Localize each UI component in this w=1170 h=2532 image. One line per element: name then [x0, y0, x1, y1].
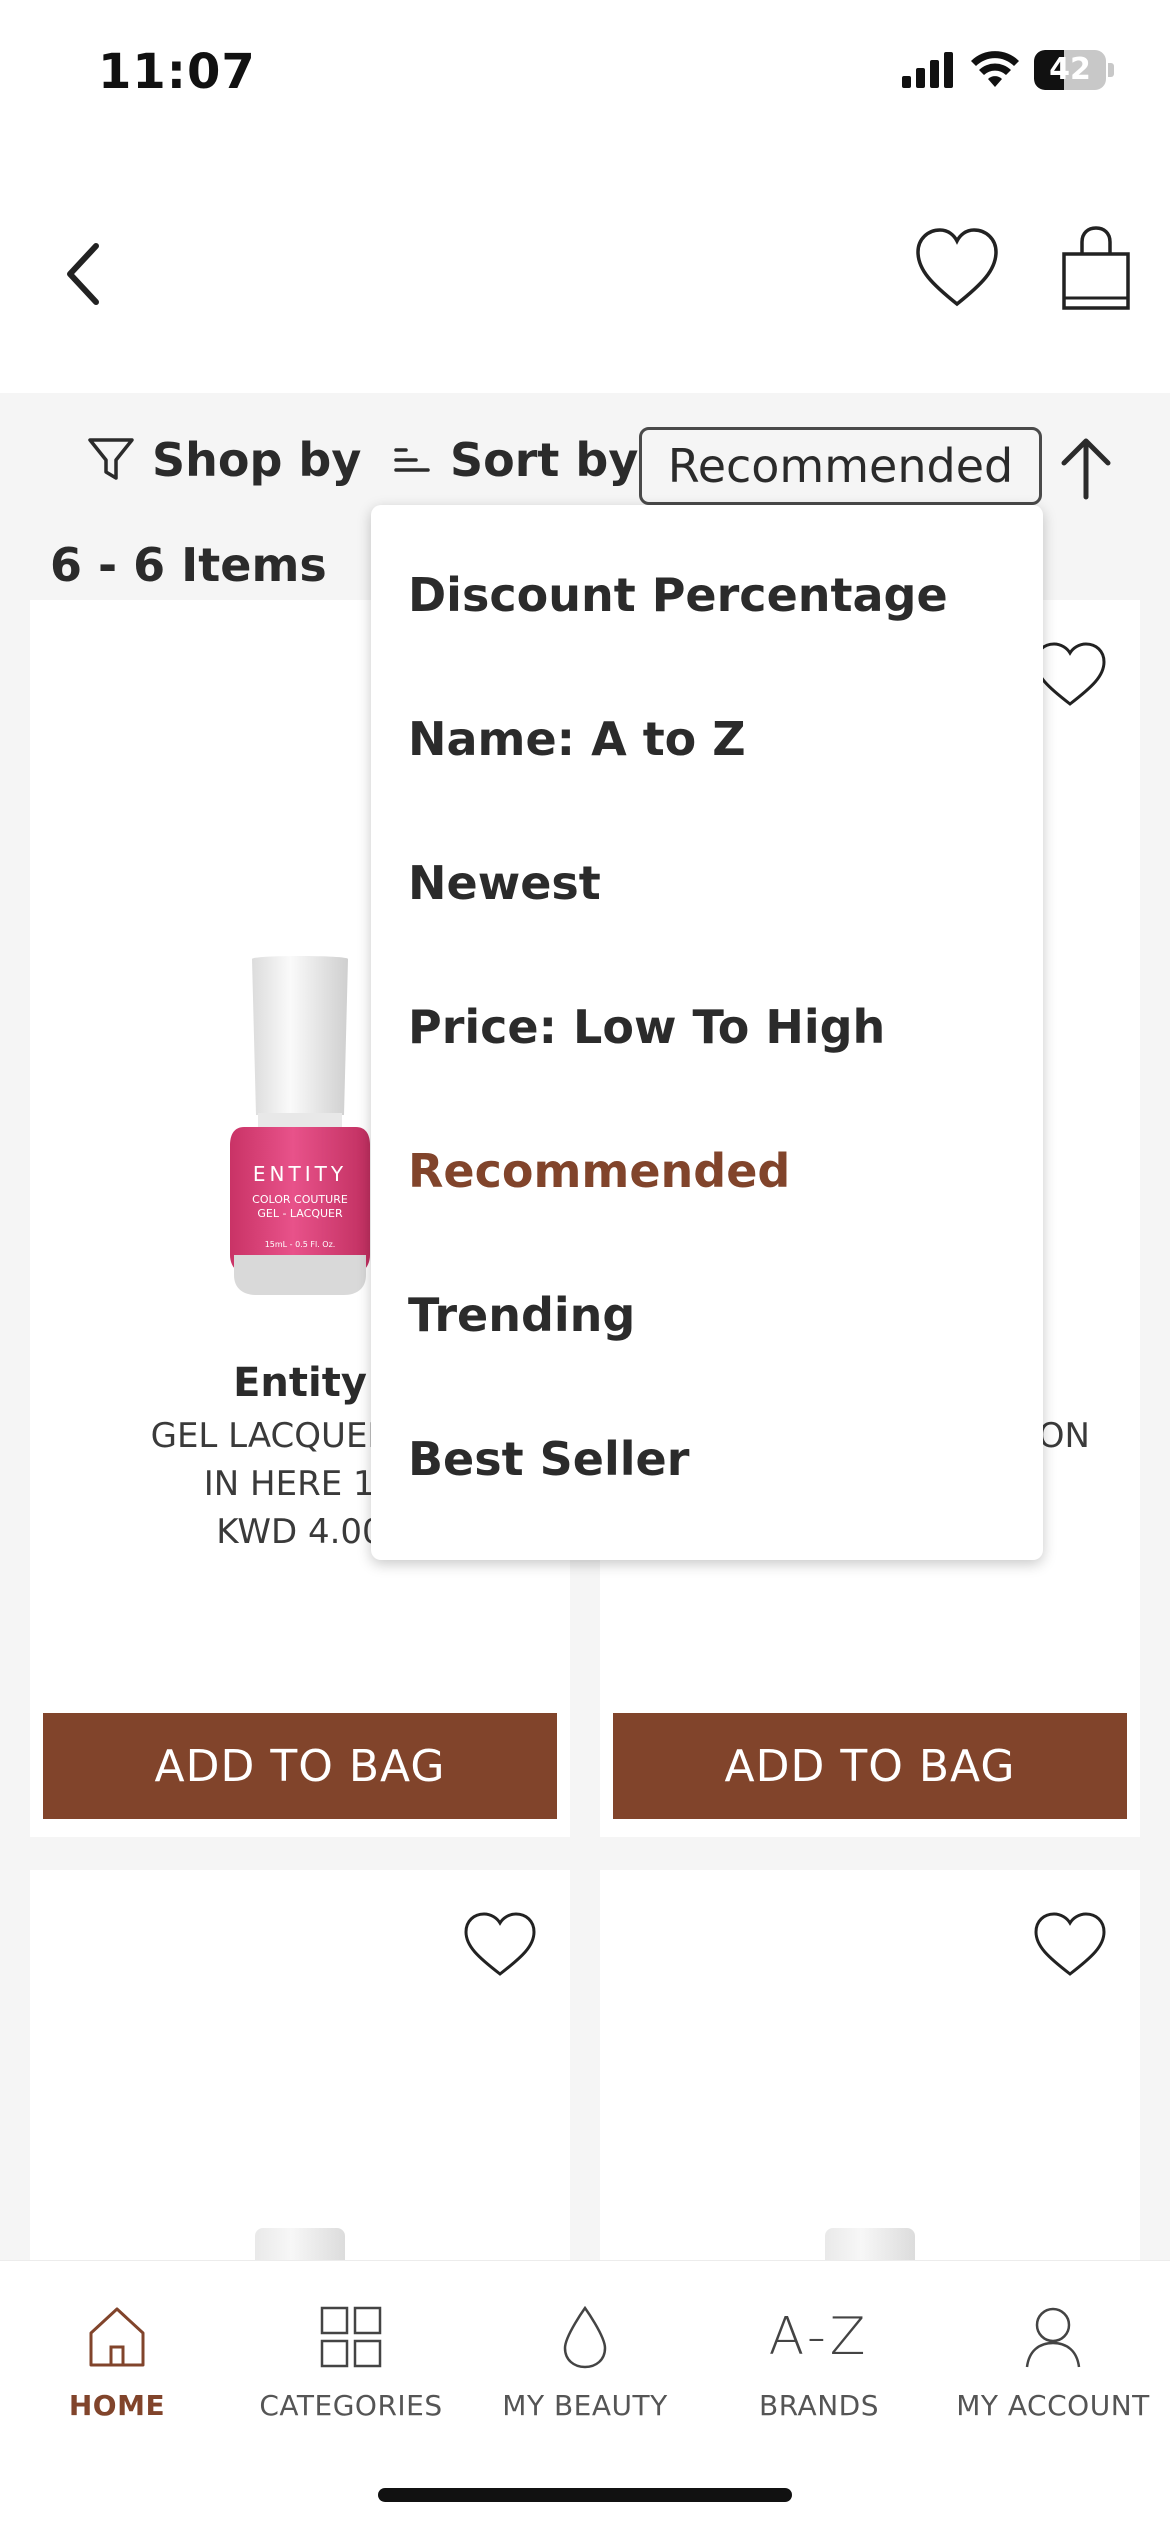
sort-options-dropdown: Discount Percentage Name: A to Z Newest … [371, 505, 1043, 1560]
drop-icon [563, 2305, 607, 2369]
tab-categories[interactable]: CATEGORIES [234, 2297, 468, 2422]
sort-by-control: Sort by [392, 433, 638, 487]
battery-level-text: 42 [1049, 52, 1091, 87]
filter-icon [88, 438, 134, 480]
tab-label: MY ACCOUNT [956, 2389, 1150, 2422]
sort-option-price-low-to-high[interactable]: Price: Low To High [408, 1000, 885, 1054]
cellular-signal-icon [902, 52, 953, 88]
user-icon [1025, 2307, 1081, 2368]
heart-icon [464, 1912, 536, 1976]
wishlist-toggle[interactable] [1032, 640, 1108, 710]
sort-lines-icon [394, 448, 430, 472]
shopping-bag-icon [1062, 226, 1130, 310]
status-bar: 11:07 42 [0, 0, 1170, 140]
nav-header [0, 140, 1170, 393]
bottle-brand-text: ENTITY [253, 1162, 347, 1186]
nail-polish-image: ENTITY COLOR COUTURE GEL - LACQUER 15mL … [230, 956, 370, 1295]
bottle-line2-text: GEL - LACQUER [257, 1207, 343, 1220]
tab-brands[interactable]: A-Z BRANDS [702, 2297, 936, 2422]
shopping-bag-button[interactable] [1056, 224, 1136, 314]
wishlist-toggle[interactable] [462, 1910, 538, 1980]
sort-by-label: Sort by [450, 433, 639, 487]
grid-icon [320, 2306, 382, 2368]
items-count: 6 - 6 Items [50, 538, 327, 592]
product-listing-screen: 11:07 42 Shop by Sort by Recommended 6 -… [0, 0, 1170, 2532]
battery-nub [1108, 63, 1114, 77]
back-button[interactable] [52, 232, 116, 316]
tab-home[interactable]: HOME [0, 2297, 234, 2422]
chevron-left-icon [67, 243, 99, 305]
heart-icon [1034, 1912, 1106, 1976]
battery-icon: 42 [1034, 50, 1106, 90]
sort-select-value: Recommended [667, 439, 1014, 493]
add-to-bag-button[interactable]: ADD TO BAG [613, 1713, 1127, 1819]
sort-option-discount-percentage[interactable]: Discount Percentage [408, 568, 948, 622]
sort-option-best-seller[interactable]: Best Seller [408, 1432, 689, 1486]
bottle-line1-text: COLOR COUTURE [252, 1193, 348, 1206]
add-to-bag-button[interactable]: ADD TO BAG [43, 1713, 557, 1819]
tab-label: BRANDS [759, 2389, 879, 2422]
arrow-up-icon [1061, 438, 1111, 500]
bottle-size-text: 15mL - 0.5 Fl. Oz. [265, 1240, 336, 1249]
status-time: 11:07 [98, 44, 256, 100]
sort-option-newest[interactable]: Newest [408, 856, 601, 910]
sort-direction-button[interactable] [1056, 433, 1116, 503]
sort-option-name-a-to-z[interactable]: Name: A to Z [408, 712, 746, 766]
tab-label: HOME [68, 2389, 166, 2422]
wishlist-toggle[interactable] [1032, 1910, 1108, 1980]
sort-select[interactable]: Recommended [639, 427, 1042, 505]
tab-label: MY BEAUTY [502, 2389, 668, 2422]
home-icon [89, 2307, 145, 2367]
heart-icon [916, 228, 998, 307]
az-icon: A-Z [768, 2307, 870, 2367]
wishlist-button[interactable] [912, 224, 1002, 314]
shop-by-button[interactable]: Shop by [86, 433, 361, 487]
tab-my-beauty[interactable]: MY BEAUTY [468, 2297, 702, 2422]
shop-by-label: Shop by [152, 433, 362, 487]
home-indicator [378, 2488, 792, 2502]
tab-my-account[interactable]: MY ACCOUNT [936, 2297, 1170, 2422]
sort-option-recommended[interactable]: Recommended [408, 1144, 790, 1198]
wifi-icon [971, 51, 1019, 87]
sort-option-trending[interactable]: Trending [408, 1288, 635, 1342]
tab-label: CATEGORIES [259, 2389, 443, 2422]
status-icons: 42 [902, 50, 1114, 90]
heart-icon [1034, 642, 1106, 706]
